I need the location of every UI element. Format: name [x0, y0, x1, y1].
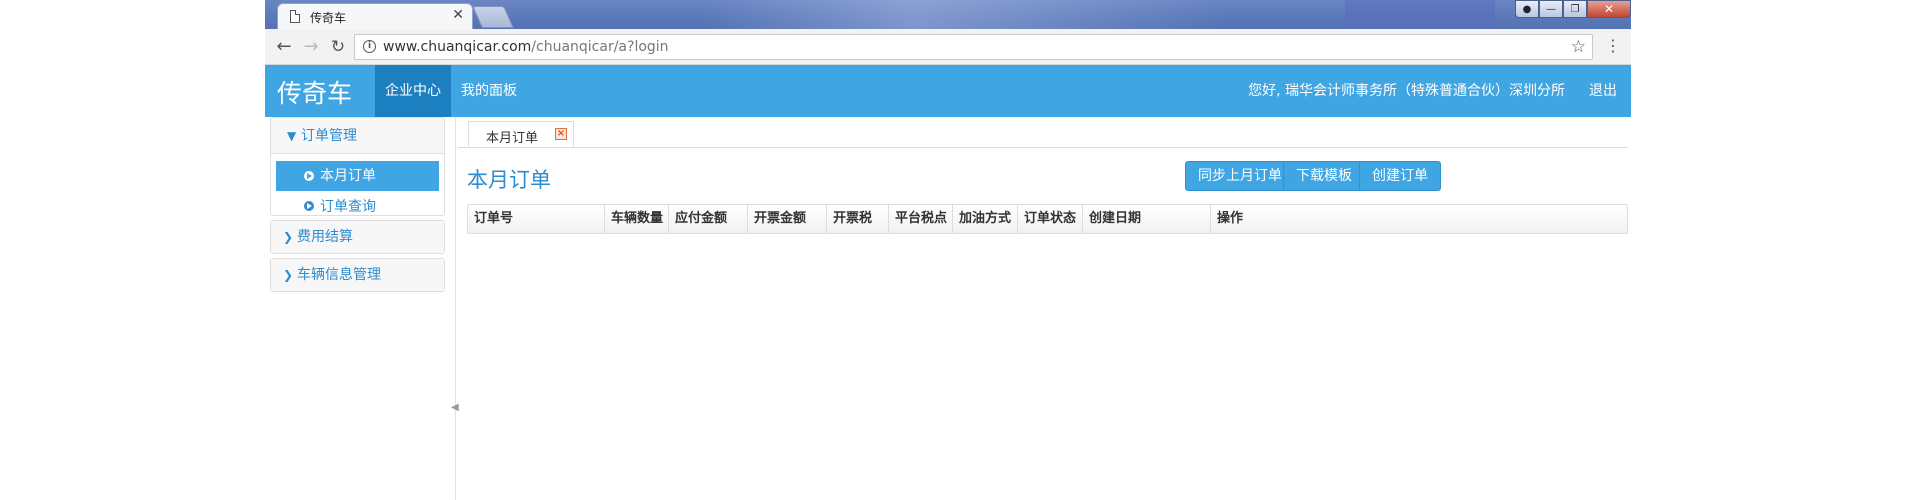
sidebar-group-header[interactable]: ▼ 订单管理 [271, 118, 444, 154]
sidebar-group-label: 订单管理 [301, 128, 357, 144]
browser-toolbar: ← → ↻ i www.chuanqicar.com/chuanqicar/a?… [265, 29, 1631, 65]
sidebar-group-vehicle-info: ❯ 车辆信息管理 [270, 258, 445, 292]
close-tab-icon[interactable]: ✕ [452, 7, 464, 23]
url-path: /chuanqicar/a?login [531, 39, 669, 55]
window-controls: ● — ❐ ✕ [1515, 0, 1631, 20]
sidebar-item-order-query[interactable]: 订单查询 [276, 191, 439, 223]
sidebar-group-header[interactable]: ❯ 费用结算 [271, 221, 444, 253]
top-nav: 企业中心 我的面板 [375, 65, 527, 117]
sidebar: ▼ 订单管理 本月订单 订单查询 ❯ 费用结算 ❯ 车辆信息管理 [265, 117, 455, 500]
forward-icon[interactable]: → [300, 36, 322, 58]
column-header[interactable]: 车辆数量 [604, 205, 668, 233]
page-title: 本月订单 [467, 168, 551, 192]
column-header[interactable]: 应付金额 [668, 205, 747, 233]
sidebar-item-label: 订单查询 [320, 199, 376, 215]
page-icon [290, 10, 300, 23]
sidebar-splitter[interactable] [455, 117, 456, 500]
browser-tabstrip: 传奇车 ✕ ● — ❐ ✕ [265, 0, 1631, 29]
orders-table-header: 订单号 车辆数量 应付金额 开票金额 开票税 平台税点 加油方式 订单状态 创建… [467, 204, 1628, 234]
window-close-icon[interactable]: ✕ [1587, 0, 1631, 18]
user-greeting: 您好, 瑞华会计师事务所（特殊普通合伙）深圳分所 [1248, 83, 1565, 99]
content-tabstrip: 本月订单 × [458, 121, 1628, 148]
url-host: www.chuanqicar.com [383, 39, 532, 55]
restore-icon[interactable]: ❐ [1563, 0, 1587, 18]
column-header[interactable]: 订单号 [468, 205, 604, 233]
sidebar-group-fee-settlement: ❯ 费用结算 [270, 220, 445, 254]
tab-label: 本月订单 [486, 131, 539, 146]
sidebar-group-header[interactable]: ❯ 车辆信息管理 [271, 259, 444, 291]
chevron-down-icon: ▼ [287, 129, 297, 143]
sync-last-month-button[interactable]: 同步上月订单 [1185, 161, 1295, 191]
download-template-button[interactable]: 下载模板 [1283, 161, 1365, 191]
sidebar-item-label: 本月订单 [320, 168, 376, 184]
nav-enterprise-center[interactable]: 企业中心 [375, 65, 451, 117]
column-header[interactable]: 加油方式 [952, 205, 1017, 233]
sidebar-item-this-month-orders[interactable]: 本月订单 [276, 161, 439, 191]
column-header[interactable]: 开票金额 [747, 205, 826, 233]
minimize-icon[interactable]: — [1539, 0, 1563, 18]
browser-menu-icon[interactable]: ⋮ [1605, 38, 1621, 54]
logout-link[interactable]: 退出 [1589, 65, 1617, 117]
sidebar-group-label: 车辆信息管理 [297, 267, 381, 283]
close-icon[interactable]: × [555, 128, 567, 140]
address-bar[interactable]: i www.chuanqicar.com/chuanqicar/a?login … [354, 34, 1593, 60]
column-header[interactable]: 创建日期 [1082, 205, 1210, 233]
user-icon[interactable]: ● [1515, 0, 1539, 18]
column-header[interactable]: 操作 [1210, 205, 1627, 233]
chevron-right-icon: ❯ [283, 268, 294, 282]
create-order-button[interactable]: 创建订单 [1359, 161, 1441, 191]
column-header[interactable]: 订单状态 [1017, 205, 1082, 233]
info-icon[interactable]: i [363, 40, 376, 53]
chevron-right-icon: ❯ [283, 230, 294, 244]
new-tab-button[interactable] [472, 6, 514, 28]
reload-icon[interactable]: ↻ [327, 36, 349, 58]
browser-tab[interactable]: 传奇车 ✕ [277, 3, 473, 29]
arrow-circle-icon [304, 201, 314, 211]
main-content: 本月订单 × 本月订单 同步上月订单 下载模板 创建订单 订单号 车辆数量 应付… [458, 117, 1631, 500]
brand-logo[interactable]: 传奇车 [277, 74, 352, 110]
back-icon[interactable]: ← [273, 36, 295, 58]
tab-this-month-orders[interactable]: 本月订单 × [468, 121, 574, 147]
sidebar-group-orders: ▼ 订单管理 本月订单 订单查询 [270, 117, 445, 216]
sidebar-group-label: 费用结算 [297, 229, 353, 245]
browser-window: 传奇车 ✕ ● — ❐ ✕ ← → ↻ i www.chuanqicar.com… [265, 0, 1631, 500]
column-header[interactable]: 平台税点 [888, 205, 952, 233]
column-header[interactable]: 开票税 [826, 205, 888, 233]
bookmark-star-icon[interactable]: ☆ [1571, 37, 1586, 57]
address-url[interactable]: www.chuanqicar.com/chuanqicar/a?login [383, 39, 669, 55]
app-header: 传奇车 企业中心 我的面板 您好, 瑞华会计师事务所（特殊普通合伙）深圳分所 退… [265, 65, 1631, 117]
browser-tab-title: 传奇车 [310, 11, 347, 25]
arrow-circle-icon [304, 171, 314, 181]
nav-my-dashboard[interactable]: 我的面板 [451, 65, 527, 117]
